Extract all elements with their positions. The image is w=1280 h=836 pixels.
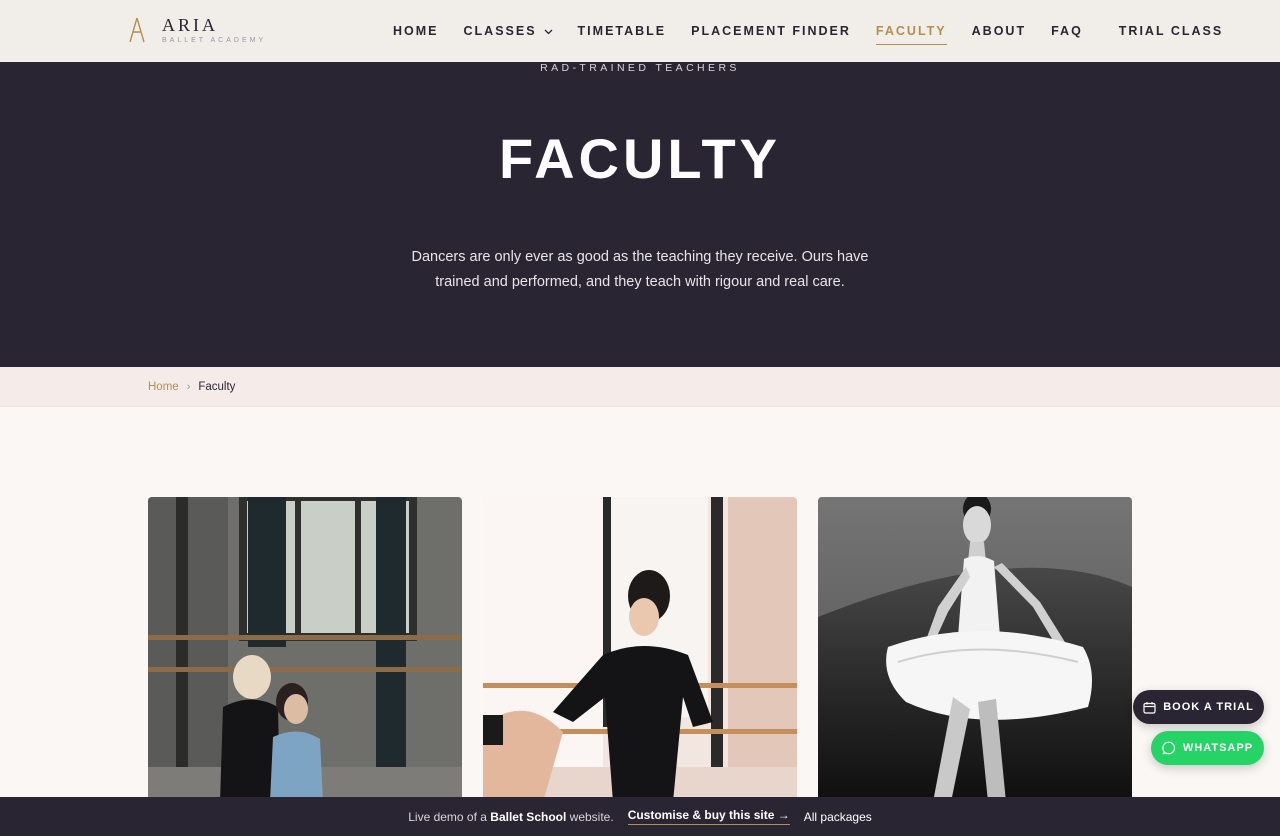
nav-faq[interactable]: FAQ — [1051, 0, 1083, 62]
logo-title: ARIA — [162, 15, 218, 35]
studio-teacher-child-photo — [148, 497, 462, 802]
faculty-card-photo[interactable] — [818, 497, 1132, 802]
hero: RAD-TRAINED TEACHERS FACULTY Dancers are… — [0, 62, 1280, 367]
nav-home[interactable]: HOME — [393, 0, 439, 62]
demo-suffix: website. — [569, 809, 614, 824]
customise-buy-link[interactable]: Customise & buy this site → — [627, 808, 790, 825]
breadcrumb-home[interactable]: Home — [148, 381, 179, 393]
calendar-icon — [1143, 701, 1156, 714]
chevron-down-icon — [544, 24, 553, 38]
logo-mark-icon — [128, 16, 154, 44]
nav-classes-label: CLASSES — [463, 24, 537, 38]
whatsapp-button[interactable]: WHATSAPP — [1151, 731, 1264, 765]
nav-timetable[interactable]: TIMETABLE — [578, 0, 667, 62]
demo-site-type: Ballet School — [490, 809, 567, 824]
main-nav: HOME CLASSES TIMETABLE PLACEMENT FINDER … — [393, 0, 1223, 62]
nav-classes[interactable]: CLASSES — [464, 0, 553, 62]
nav-about[interactable]: ABOUT — [972, 0, 1026, 62]
book-trial-button[interactable]: BOOK A TRIAL — [1133, 690, 1264, 724]
demo-bar: Live demo of a Ballet School website. Cu… — [0, 797, 1280, 836]
faculty-card-photo[interactable] — [483, 497, 797, 802]
whatsapp-icon — [1162, 741, 1176, 755]
nav-faculty[interactable]: FACULTY — [875, 0, 947, 62]
nav-placement-finder[interactable]: PLACEMENT FINDER — [691, 0, 851, 62]
hero-eyebrow: RAD-TRAINED TEACHERS — [540, 62, 740, 74]
ballerina-tutu-photo — [818, 497, 1132, 802]
breadcrumb-separator: › — [186, 380, 191, 393]
logo-subtitle: BALLET ACADEMY — [162, 37, 267, 44]
faculty-grid — [148, 497, 1132, 802]
all-packages-link[interactable]: All packages — [804, 810, 872, 824]
hero-lead: Dancers are only ever as good as the tea… — [411, 249, 869, 290]
nav-trial-class[interactable]: TRIAL CLASS — [1119, 0, 1223, 62]
demo-prefix: Live demo of a — [408, 809, 487, 824]
page-title: FACULTY — [498, 127, 782, 190]
breadcrumb-current: Faculty — [198, 380, 236, 393]
breadcrumb: Home › Faculty — [0, 367, 1280, 407]
site-header: ARIA BALLET ACADEMY HOME CLASSES TIMETAB… — [0, 0, 1280, 62]
faculty-card-photo[interactable] — [148, 497, 462, 802]
whatsapp-label: WHATSAPP — [1182, 742, 1254, 754]
logo[interactable]: ARIA BALLET ACADEMY — [128, 16, 266, 44]
book-trial-label: BOOK A TRIAL — [1163, 701, 1254, 713]
teacher-at-barre-photo — [483, 497, 797, 802]
